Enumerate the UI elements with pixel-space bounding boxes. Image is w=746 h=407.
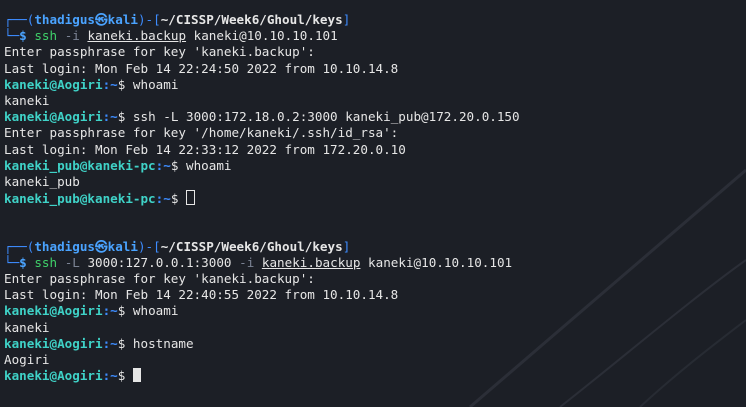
local-host: kali [107, 12, 138, 27]
prompt-command: $ [170, 191, 186, 207]
output-line: kaneki_pub [4, 173, 80, 189]
remote-prompt: kaneki@Aogiri:~$ ssh -L 3000:172.18.0.2:… [4, 109, 746, 125]
prompt-path: :~ [102, 109, 118, 125]
remote-prompt: kaneki@Aogiri:~$ hostname [4, 336, 746, 352]
prompt-path: :~ [102, 303, 118, 319]
prompt-command: $ whoami [117, 303, 179, 319]
command-name: ssh [34, 254, 58, 270]
box-corner: └─ [4, 28, 20, 44]
prompt-user: kaneki@Aogiri [4, 303, 103, 319]
prompt-path: :~ [155, 191, 171, 207]
remote-prompt: kaneki_pub@kaneki-pc:~$ whoami [4, 158, 746, 174]
command-keyfile: kaneki.backup [261, 254, 361, 270]
prompt-user: kaneki@Aogiri [4, 109, 103, 125]
prompt-command: $ whoami [170, 157, 232, 173]
output-line: Enter passphrase for key 'kaneki.backup'… [4, 44, 315, 60]
remote-prompt: kaneki@Aogiri:~$ whoami [4, 303, 746, 319]
bracket: )-[ [137, 12, 161, 27]
local-user: thadigus [34, 238, 96, 254]
command-line-1: └─$ ssh -i kaneki.backup kaneki@10.10.10… [4, 28, 746, 44]
box-corner: ┌──( [4, 238, 35, 254]
output-line: Enter passphrase for key '/home/kaneki/.… [4, 125, 399, 141]
output-line: Enter passphrase for key 'kaneki.backup'… [4, 271, 315, 286]
remote-prompt: kaneki@Aogiri:~$ whoami [4, 77, 746, 93]
bracket: )-[ [137, 238, 161, 254]
command-keyfile: kaneki.backup [87, 28, 187, 44]
prompt-user: kaneki_pub@kaneki-pc [4, 157, 156, 173]
prompt-path: :~ [155, 157, 171, 173]
bracket: ] [342, 238, 351, 254]
command-option: -i [239, 254, 255, 270]
prompt-user: kaneki@Aogiri [4, 368, 103, 384]
cwd: ~/CISSP/Week6/Ghoul/keys [160, 12, 343, 27]
terminal-window[interactable]: ┌──(thadigus㉿kali)-[~/CISSP/Week6/Ghoul/… [0, 0, 746, 407]
command-forward: 3000:127.0.0.1:3000 [87, 254, 232, 270]
terminal-output: ┌──(thadigus㉿kali)-[~/CISSP/Week6/Ghoul/… [4, 12, 746, 384]
command-option: -L [64, 254, 80, 270]
prompt-user: kaneki@Aogiri [4, 335, 103, 351]
prompt-symbol: $ [19, 254, 35, 270]
output-line: Last login: Mon Feb 14 22:40:55 2022 fro… [4, 287, 399, 303]
command-target: kaneki@10.10.10.101 [368, 254, 513, 270]
output-line: kaneki [4, 92, 50, 108]
box-corner: ┌──( [4, 12, 35, 27]
prompt-command: $ hostname [117, 335, 194, 351]
command-name: ssh [34, 28, 58, 44]
remote-prompt: kaneki@Aogiri:~$ [4, 368, 746, 384]
cwd: ~/CISSP/Week6/Ghoul/keys [160, 238, 343, 254]
prompt-command: $ [117, 368, 133, 384]
command-line-2: └─$ ssh -L 3000:127.0.0.1:3000 -i kaneki… [4, 255, 746, 271]
output-line: Last login: Mon Feb 14 22:33:12 2022 fro… [4, 141, 406, 157]
cursor-icon [186, 190, 195, 206]
prompt-user: kaneki_pub@kaneki-pc [4, 191, 156, 207]
prompt-user: kaneki@Aogiri [4, 76, 103, 92]
prompt-command: $ ssh -L 3000:172.18.0.2:3000 kaneki_pub… [117, 109, 520, 125]
prompt-symbol: $ [19, 28, 35, 44]
kali-at-icon: ㉿ [95, 12, 108, 27]
command-option: -i [64, 28, 80, 44]
prompt-path: :~ [102, 368, 118, 384]
prompt-header-2: ┌──(thadigus㉿kali)-[~/CISSP/Week6/Ghoul/… [4, 239, 746, 255]
output-line: Last login: Mon Feb 14 22:24:50 2022 fro… [4, 60, 399, 76]
box-corner: └─ [4, 254, 20, 270]
bracket: ] [342, 12, 351, 27]
cursor-icon [132, 368, 141, 383]
local-user: thadigus [34, 12, 96, 27]
command-target: kaneki@10.10.10.101 [193, 28, 338, 44]
prompt-command: $ whoami [117, 76, 179, 92]
local-host: kali [107, 238, 138, 254]
prompt-path: :~ [102, 76, 118, 92]
prompt-header-1: ┌──(thadigus㉿kali)-[~/CISSP/Week6/Ghoul/… [4, 12, 746, 28]
remote-prompt: kaneki_pub@kaneki-pc:~$ [4, 190, 746, 206]
output-line: Aogiri [4, 351, 50, 367]
prompt-path: :~ [102, 335, 118, 351]
kali-at-icon: ㉿ [95, 238, 108, 254]
output-line: kaneki [4, 319, 50, 335]
